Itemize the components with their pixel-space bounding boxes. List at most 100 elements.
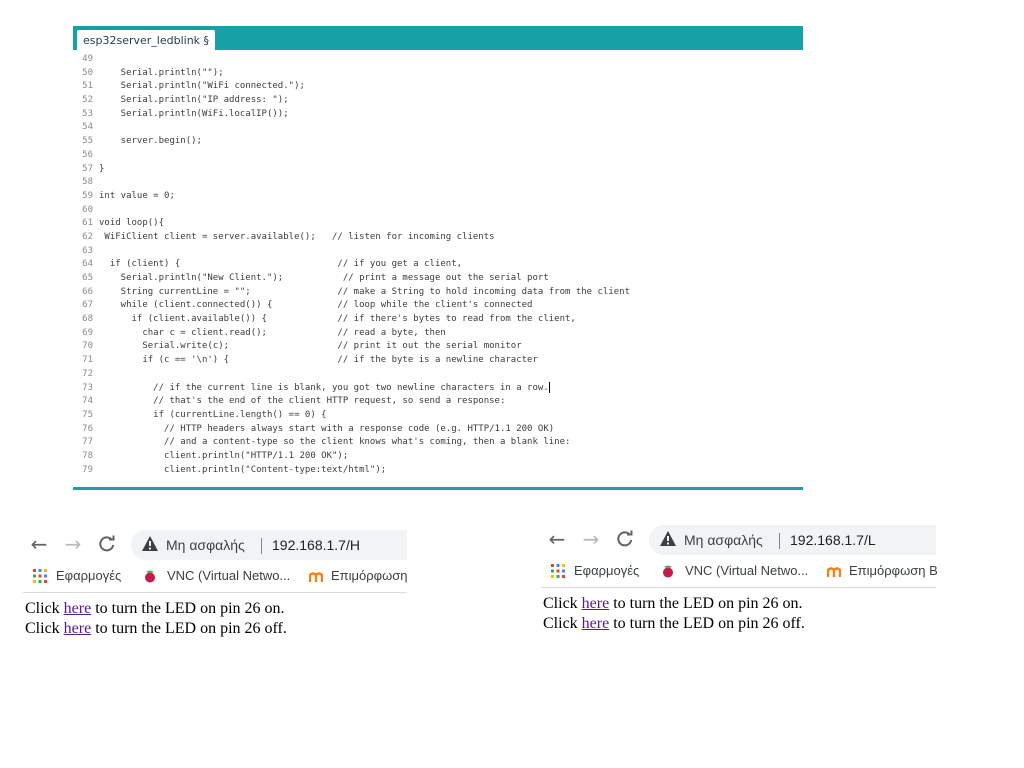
warning-icon[interactable] <box>659 530 677 548</box>
code-text: if (client) { // if you get a client, <box>99 259 463 270</box>
arduino-ide-editor: esp32server_ledblink § 49 50 Serial.print… <box>73 26 803 490</box>
address-bar[interactable]: Μη ασφαλής 192.168.1.7/H <box>131 530 407 560</box>
code-text: // if the current line is blank, you got… <box>99 382 549 393</box>
code-line: 58 <box>73 176 803 190</box>
code-text: server.begin(); <box>99 136 202 147</box>
code-line: 70 Serial.write(c); // print it out the … <box>73 340 803 354</box>
page-content: Click here to turn the LED on pin 26 on.… <box>23 593 407 639</box>
code-line: 56 <box>73 149 803 163</box>
line-number: 62 <box>82 231 93 242</box>
back-arrow-icon[interactable]: ← <box>545 527 569 551</box>
forward-arrow-icon[interactable]: → <box>61 532 85 556</box>
back-arrow-icon[interactable]: ← <box>27 532 51 556</box>
code-line: 79 client.println("Content-type:text/htm… <box>73 464 803 478</box>
led-on-link[interactable]: here <box>582 595 610 612</box>
raspberry-icon <box>145 570 155 583</box>
bookmark-vnc[interactable]: VNC (Virtual Netwo... <box>685 557 808 585</box>
code-line: 65 Serial.println("New Client."); // pri… <box>73 272 803 286</box>
code-line: 71 if (c == '\n') { // if the byte is a … <box>73 354 803 368</box>
led-on-link[interactable]: here <box>64 600 92 617</box>
line-number: 60 <box>82 204 93 215</box>
url-text[interactable]: 192.168.1.7/H <box>272 530 360 560</box>
line-number: 49 <box>82 54 93 64</box>
line-number: 79 <box>82 464 93 475</box>
bookmark-training[interactable]: Επιμόρφωση <box>331 562 407 590</box>
code-line: 54 <box>73 121 803 135</box>
sketch-tab[interactable]: esp32server_ledblink § <box>77 30 216 50</box>
led-off-link[interactable]: here <box>64 620 92 637</box>
code-line: 77 // and a content-type so the client k… <box>73 436 803 450</box>
line-number: 50 <box>82 67 93 78</box>
line-prefix: Click <box>25 600 64 617</box>
page-content: Click here to turn the LED on pin 26 on.… <box>541 588 936 634</box>
code-line: 53 Serial.println(WiFi.localIP()); <box>73 108 803 122</box>
code-text: Serial.println("IP address: "); <box>99 95 289 106</box>
line-number: 73 <box>82 382 93 393</box>
bookmark-training[interactable]: Επιμόρφωση Β <box>849 557 938 585</box>
line-suffix: to turn the LED on pin 26 on. <box>609 595 803 612</box>
line-number: 57 <box>82 163 93 174</box>
reload-icon[interactable] <box>613 527 637 551</box>
line-number: 69 <box>82 327 93 338</box>
code-line: 55 server.begin(); <box>73 135 803 149</box>
bookmark-apps[interactable]: Εφαρμογές <box>56 562 121 590</box>
code-text: if (client.available()) { // if there's … <box>99 314 576 325</box>
code-editor[interactable]: 49 50 Serial.println(""); 51 Serial.printl… <box>73 53 803 477</box>
line-number: 75 <box>82 409 93 420</box>
code-text: char c = client.read(); // read a byte, … <box>99 327 446 338</box>
code-text: Serial.println("WiFi connected."); <box>99 81 305 92</box>
line-number: 64 <box>82 259 93 270</box>
security-label[interactable]: Μη ασφαλής <box>166 530 245 560</box>
bookmark-vnc[interactable]: VNC (Virtual Netwo... <box>167 562 290 590</box>
forward-arrow-icon[interactable]: → <box>579 527 603 551</box>
line-number: 65 <box>82 273 93 283</box>
raspberry-icon <box>663 565 673 578</box>
code-line: 76 // HTTP headers always start with a r… <box>73 423 803 437</box>
line-prefix: Click <box>543 615 582 632</box>
code-text: WiFiClient client = server.available(); … <box>99 231 495 242</box>
code-line: 52 Serial.println("IP address: "); <box>73 94 803 108</box>
code-text: void loop(){ <box>99 218 165 229</box>
apps-grid-icon <box>33 569 47 583</box>
code-text: while (client.connected()) { // loop whi… <box>99 300 533 311</box>
code-text: Serial.println(WiFi.localIP()); <box>99 108 289 119</box>
line-number: 68 <box>82 314 93 325</box>
bookmark-apps[interactable]: Εφαρμογές <box>574 557 639 585</box>
line-number: 74 <box>82 396 93 407</box>
line-number: 67 <box>82 300 93 311</box>
line-number: 54 <box>82 122 93 133</box>
url-text[interactable]: 192.168.1.7/L <box>790 525 876 555</box>
code-line: 67 while (client.connected()) { // loop … <box>73 299 803 313</box>
moodle-icon <box>827 567 841 577</box>
line-prefix: Click <box>25 620 64 637</box>
address-bar[interactable]: Μη ασφαλής 192.168.1.7/L <box>649 525 936 555</box>
apps-grid-icon <box>551 564 565 578</box>
code-line: 69 char c = client.read(); // read a byt… <box>73 327 803 341</box>
line-number: 51 <box>82 81 93 92</box>
line-number: 78 <box>82 450 93 461</box>
browser-window-on: ← → Μη ασφαλής 192.168.1.7/H Εφαρμογές V… <box>23 528 407 648</box>
code-line: 57} <box>73 163 803 177</box>
warning-icon[interactable] <box>141 535 159 553</box>
line-number: 77 <box>82 437 93 448</box>
code-text: client.println("HTTP/1.1 200 OK"); <box>99 450 349 461</box>
security-label[interactable]: Μη ασφαλής <box>684 525 763 555</box>
browser-toolbar: ← → Μη ασφαλής 192.168.1.7/L <box>541 523 936 557</box>
line-number: 71 <box>82 355 93 366</box>
led-on-line: Click here to turn the LED on pin 26 on. <box>543 594 934 614</box>
led-off-link[interactable]: here <box>582 615 610 632</box>
code-line: 68 if (client.available()) { // if there… <box>73 313 803 327</box>
reload-icon[interactable] <box>95 532 119 556</box>
line-number: 52 <box>82 95 93 106</box>
line-suffix: to turn the LED on pin 26 off. <box>91 620 287 637</box>
code-text: client.println("Content-type:text/html")… <box>99 464 387 475</box>
code-text: Serial.println(""); <box>99 67 224 78</box>
ide-tab-bar: esp32server_ledblink § <box>73 26 803 50</box>
code-text: } <box>99 163 105 174</box>
code-text: // HTTP headers always start with a resp… <box>99 423 555 434</box>
line-number: 76 <box>82 423 93 434</box>
code-text: Serial.println("New Client."); // print … <box>99 273 549 283</box>
code-line: 74 // that's the end of the client HTTP … <box>73 395 803 409</box>
bookmarks-bar: Εφαρμογές VNC (Virtual Netwo... Επιμόρφω… <box>541 557 938 588</box>
code-line: 59 int value = 0; <box>73 190 803 204</box>
